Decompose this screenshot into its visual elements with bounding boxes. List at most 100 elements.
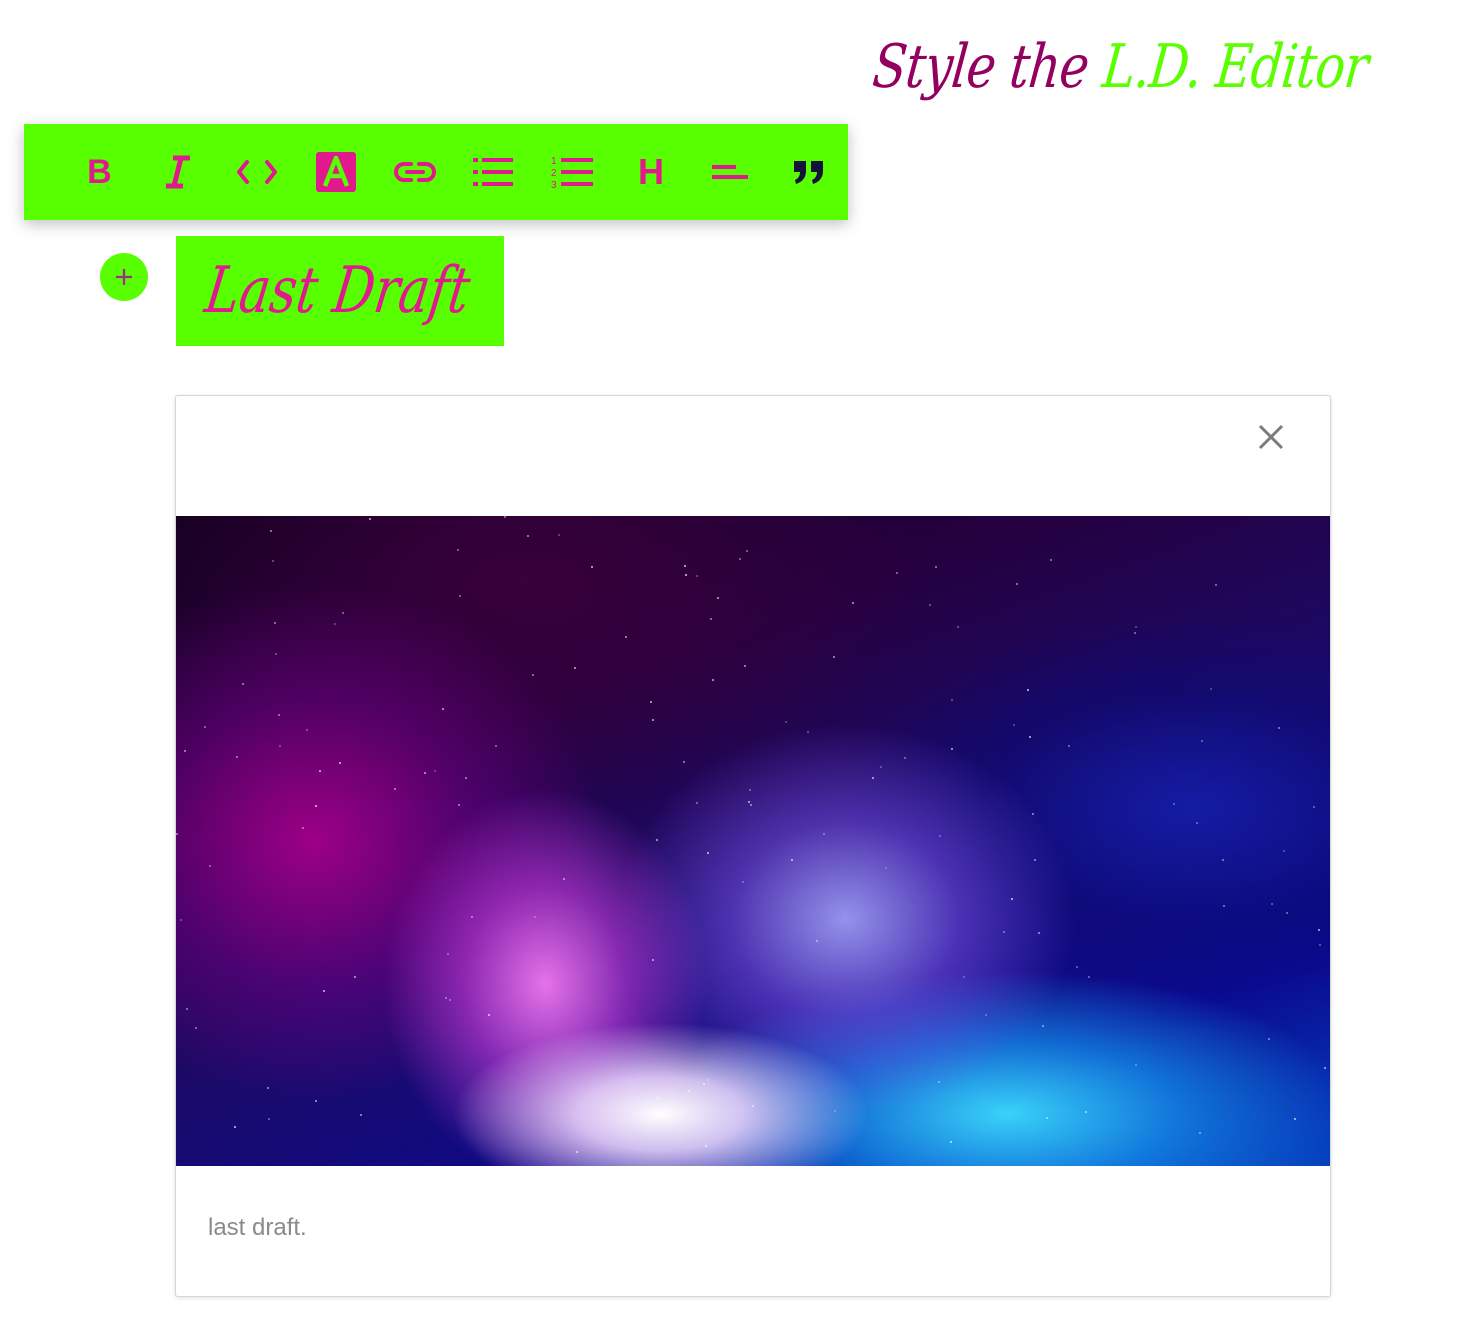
page-title: Style the L.D. Editor [869,22,1373,112]
star-dot [241,682,244,685]
link-button[interactable] [375,142,454,202]
star-dot [1042,1024,1045,1027]
blockquote-button[interactable] [769,142,848,202]
embedded-image[interactable] [176,516,1330,1166]
star-dot [424,771,427,774]
star-dot [1172,802,1175,805]
star-dot [532,673,535,676]
star-dot [655,839,658,842]
star-dot [746,549,749,552]
star-dot [1323,1067,1326,1070]
star-dot [741,880,744,883]
star-dot [447,952,450,955]
star-dot [1134,1064,1137,1067]
quote-icon [793,161,823,184]
star-dot [526,535,529,538]
star-dot [341,611,344,614]
star-dot [1221,859,1224,862]
star-dot [707,1078,710,1081]
heading-button[interactable]: H [612,142,691,202]
star-dot [934,565,937,568]
star-dot [751,1105,754,1108]
star-dot [1031,812,1034,815]
image-caption[interactable]: last draft. [208,1214,307,1242]
unordered-list-button[interactable] [454,142,533,202]
star-dot [576,1151,579,1154]
star-dot [433,769,436,772]
star-dot [267,1118,270,1121]
star-dot [652,719,655,722]
star-dot [709,617,712,620]
star-dot [684,565,687,568]
star-dot [359,1114,362,1117]
star-dot [1319,944,1322,947]
star-dot [704,1144,707,1147]
star-dot [816,939,819,942]
star-dot [1267,1037,1270,1040]
star-dot [533,916,536,919]
plus-icon [116,269,132,285]
star-dot [457,549,460,552]
italic-button[interactable] [139,142,218,202]
star-dot [884,867,887,870]
star-dot [1283,850,1286,853]
star-dot [494,745,497,748]
star-dot [339,761,342,764]
star-dot [1003,931,1006,934]
star-dot [903,756,906,759]
star-dot [790,859,793,862]
svg-text:1: 1 [551,156,557,167]
image-card: last draft. [175,395,1331,1297]
star-dot [822,832,825,835]
italic-icon [166,155,191,189]
star-dot [784,720,787,723]
star-dot [488,1014,491,1017]
unordered-list-icon [473,158,514,186]
code-button[interactable] [218,142,297,202]
star-dot [459,595,462,598]
bold-button[interactable]: B [60,142,139,202]
star-dot [277,714,280,717]
add-block-button[interactable] [100,253,148,301]
ordered-list-button[interactable]: 1 2 3 [533,142,612,202]
ordered-list-icon: 1 2 3 [551,156,594,189]
close-icon [1258,424,1284,450]
star-dot [1067,744,1070,747]
star-dot [685,574,688,577]
star-dot [235,755,238,758]
star-dot [180,918,183,921]
page-title-part-1: Style the [869,32,1107,102]
star-dot [1046,1116,1048,1119]
align-button[interactable] [690,142,769,202]
star-dot [833,1109,836,1112]
close-button[interactable] [1254,420,1288,454]
heading-block[interactable]: Last Draft [176,236,504,346]
star-dot [650,700,653,703]
star-dot [706,851,709,854]
star-dot [748,801,751,804]
svg-text:3: 3 [551,180,557,189]
editor-heading[interactable]: Last Draft [198,236,477,346]
link-icon [393,162,436,182]
star-dot [470,915,473,918]
star-dot [1011,898,1014,901]
highlight-button[interactable] [296,142,375,202]
heading-icon: H [637,151,664,192]
star-dot [1318,928,1321,931]
star-dot [833,656,836,658]
star-dot [1084,1110,1087,1113]
star-dot [688,1089,691,1092]
star-dot [1214,584,1217,587]
star-dot [962,975,965,978]
star-dot [314,1100,317,1103]
star-dot [1087,976,1090,979]
star-dot [301,826,304,829]
star-dot [1271,903,1274,906]
star-dot [717,597,720,600]
star-dot [624,635,627,638]
star-dot [270,529,273,532]
star-dot [739,557,742,560]
star-dot [743,665,746,668]
star-dot [176,832,179,835]
star-dot [563,877,566,880]
